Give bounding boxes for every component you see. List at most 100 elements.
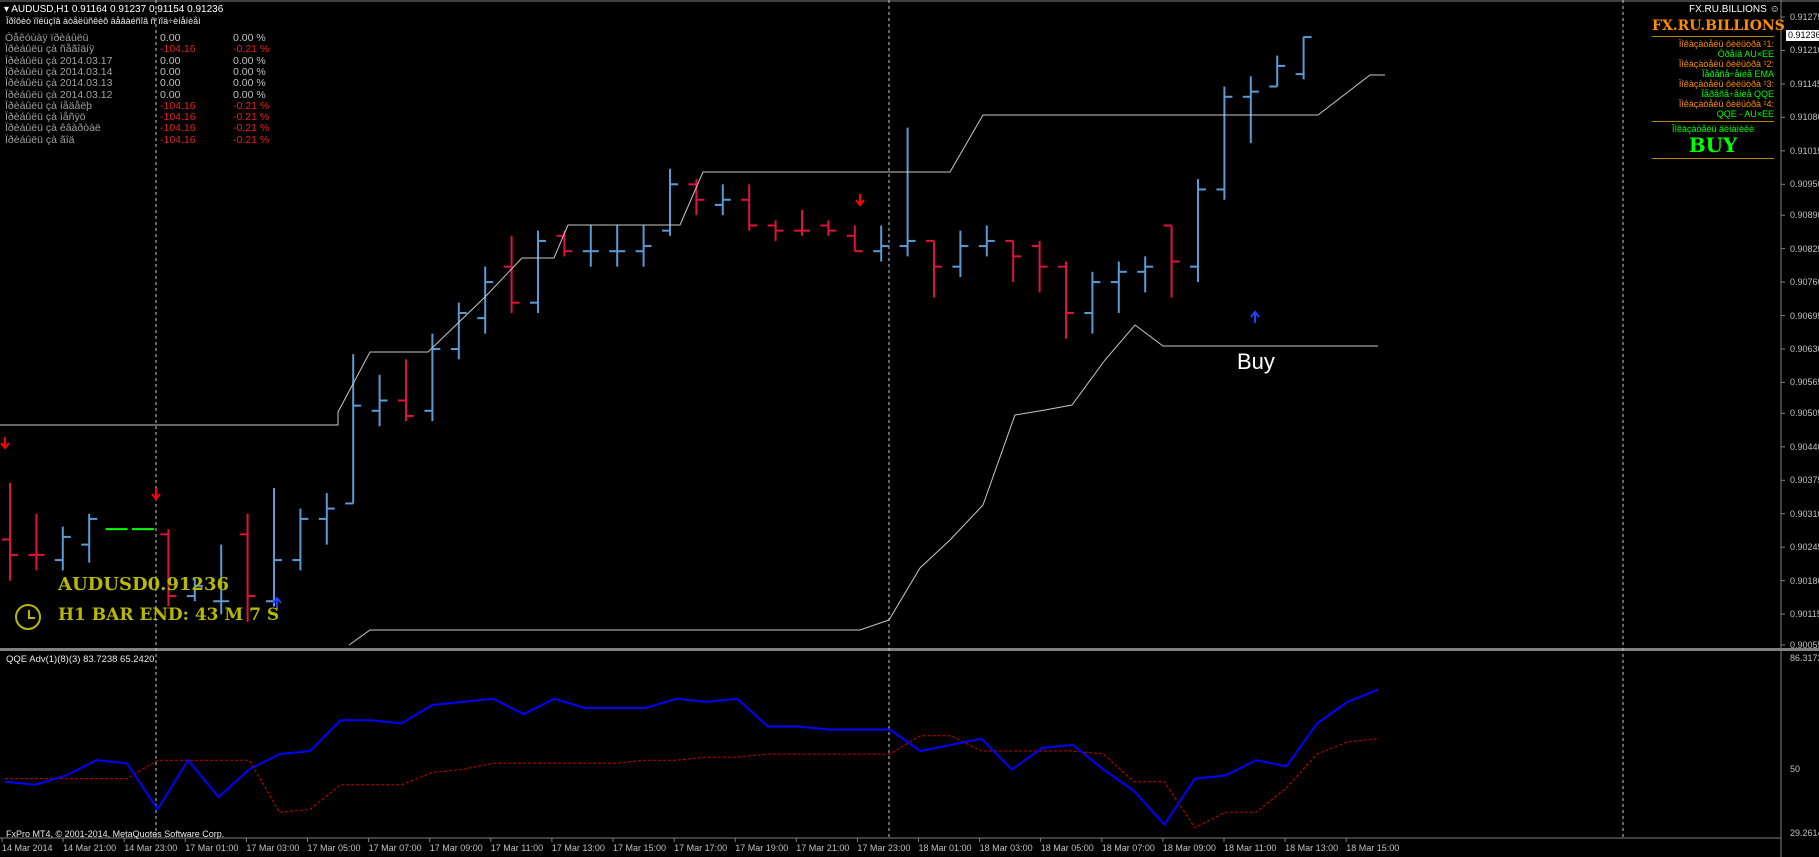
copyright-footer: FxPro MT4, © 2001-2014, MetaQuotes Softw… — [6, 829, 225, 839]
price-axis-label: 0.91275 — [1790, 12, 1819, 22]
symbol-price-overlay: AUDUSD0.91236 — [58, 574, 229, 595]
time-axis-label: 17 Mar 23:00 — [857, 843, 911, 853]
price-axis-label: 0.91145 — [1790, 78, 1819, 89]
time-axis-label: 18 Mar 03:00 — [979, 843, 1033, 853]
price-axis-label: 0.90950 — [1790, 179, 1819, 190]
price-axis-label: 0.90055 — [1790, 640, 1819, 650]
price-axis-label: 0.90505 — [1790, 408, 1819, 419]
time-axis-label: 18 Mar 07:00 — [1101, 843, 1155, 853]
time-axis-label: 17 Mar 01:00 — [185, 843, 239, 853]
time-axis-label: 18 Mar 01:00 — [918, 843, 972, 853]
profit-stat-label: Ïðèáûëü çà 2014.03.12 — [5, 88, 113, 101]
panel-divider — [1652, 121, 1774, 122]
filter-line: Ïîêàçàòåëü ôèëüòðà ¹4: — [1678, 99, 1774, 109]
filter-line: Òðåíä AU×EE — [1717, 49, 1774, 59]
clock-icon — [15, 604, 41, 630]
time-axis-label: 18 Mar 13:00 — [1285, 843, 1339, 853]
price-axis-label: 0.90695 — [1790, 310, 1819, 321]
price-axis-label: 0.90890 — [1790, 210, 1819, 221]
time-axis-label: 14 Mar 2014 — [2, 843, 53, 853]
price-axis-label: 0.91210 — [1790, 45, 1819, 56]
filter-list: Ïîêàçàòåëü ôèëüòðà ¹1: Òðåíä AU×EE Ïîêàçàò… — [1652, 39, 1774, 119]
filter-line: QQE - AU×EE — [1716, 109, 1774, 119]
profit-stat-value: 0.00 — [160, 54, 181, 67]
price-axis-label: 0.90180 — [1790, 575, 1819, 586]
time-axis-label: 17 Mar 09:00 — [429, 843, 483, 853]
price-axis-label: 0.90310 — [1790, 508, 1819, 519]
price-axis-label: 0.90245 — [1790, 542, 1819, 553]
indicator-title: QQE Adv(1)(8)(3) 83.7238 65.2420 — [6, 654, 155, 665]
signal-value: BUY — [1688, 133, 1738, 157]
triangle-down-icon: ▾ — [4, 4, 10, 15]
chart-header: ▾ AUDUSD,H1 0.91164 0.91237 0.91154 0.91… — [4, 4, 223, 15]
time-axis-label: 17 Mar 11:00 — [490, 843, 544, 853]
price-axis-label: 0.90115 — [1790, 609, 1819, 620]
time-axis-label: 17 Mar 05:00 — [307, 843, 361, 853]
time-axis-label: 18 Mar 11:00 — [1224, 843, 1277, 853]
price-axis-label: 0.91080 — [1790, 112, 1819, 123]
broker-label: FX.RU.BILLIONS ☺ — [1689, 4, 1780, 15]
profit-stat-percent: 0.00 % — [233, 77, 266, 90]
broker-name: FX.RU.BILLIONS — [1689, 4, 1767, 15]
lower-trailing-line — [348, 324, 1378, 646]
profit-stat-value: 0.00 — [160, 88, 181, 101]
price-axis-label: 0.90565 — [1790, 377, 1819, 388]
bar-end-countdown: H1 BAR END: 43 M 7 S — [58, 605, 280, 625]
indicator-axis-label: 86.3172 — [1790, 653, 1819, 663]
profit-stat-percent: -0.21 % — [233, 122, 270, 135]
price-axis-label: 0.90375 — [1790, 475, 1819, 486]
time-axis-label: 17 Mar 15:00 — [613, 843, 667, 853]
panel-divider — [1652, 36, 1774, 37]
time-axis-label: 14 Mar 21:00 — [63, 843, 117, 853]
time-axis-label: 18 Mar 09:00 — [1162, 843, 1216, 853]
profit-stat-percent: -0.21 % — [233, 43, 270, 56]
chart-window[interactable]: ▾ AUDUSD,H1 0.91164 0.91237 0.91154 0.91… — [0, 0, 1819, 857]
qqe-fast-line — [4, 688, 1379, 827]
price-axis-label: 0.90440 — [1790, 441, 1819, 452]
profit-stat-label: Ïðèáûëü çà 2014.03.17 — [5, 54, 113, 67]
time-axis-label: 17 Mar 21:00 — [796, 843, 850, 853]
chart-canvas[interactable] — [0, 0, 1819, 857]
current-price-value: 0.91236 — [1788, 30, 1819, 40]
profit-stat-percent: 0.00 % — [233, 88, 266, 101]
profit-stat-label: Ïðèáûëü çà ñåãîäíÿ — [5, 43, 95, 56]
upper-envelope-line — [0, 74, 1385, 426]
time-axis-label: 17 Mar 13:00 — [551, 843, 605, 853]
time-axis-label: 17 Mar 03:00 — [246, 843, 300, 853]
profit-stat-label: Ïðèáûëü çà ãîä — [5, 133, 75, 146]
signal-panel: FX.RU.BILLIONS Ïîêàçàòåëü ôèëüòðà ¹1: Òðå… — [1652, 18, 1785, 159]
chart-subtitle: Ïðîôèò ïîëüçîâ àòåëüñêèõ äåâàéñîâ ñ ïîä÷… — [6, 16, 201, 26]
smiley-icon: ☺ — [1769, 4, 1780, 15]
profit-stat-percent: -0.21 % — [233, 133, 270, 146]
time-axis-label: 17 Mar 17:00 — [674, 843, 728, 853]
price-axis-label: 0.90760 — [1790, 277, 1819, 288]
time-axis-label: 18 Mar 05:00 — [1040, 843, 1094, 853]
indicator-axis-label: 29.2614 — [1790, 828, 1819, 838]
filter-line: Ïîêàçàòåëü ôèëüòðà ¹1: — [1678, 39, 1774, 49]
profit-stat-label: Ïðèáûëü çà êâàðòàë — [5, 122, 101, 135]
current-price-tag: 0.91236 — [1786, 30, 1819, 41]
profit-stat-label: Ïðèáûëü çà 2014.03.13 — [5, 77, 113, 90]
profit-stat-value: -104.16 — [160, 122, 196, 135]
profit-stat-value: -104.16 — [160, 43, 196, 56]
profit-stat-value: -104.16 — [160, 133, 196, 146]
panel-divider — [1652, 158, 1774, 159]
filter-line: Ïîêàçàòåëü ôèëüòðà ¹3: — [1678, 79, 1774, 89]
buy-label: Buy — [1237, 349, 1275, 374]
filter-line: Ïîêàçàòåëü ôèëüòðà ¹2: — [1678, 59, 1774, 69]
profit-stat-value: 0.00 — [160, 77, 181, 90]
filter-line: Ïåðåñå÷åíèå EMA — [1702, 69, 1774, 79]
time-axis-label: 17 Mar 07:00 — [368, 843, 422, 853]
profit-stat-percent: 0.00 % — [233, 54, 266, 67]
indicator-axis-label: 50 — [1790, 764, 1801, 775]
time-axis-label: 17 Mar 19:00 — [735, 843, 789, 853]
time-axis-label: 14 Mar 23:00 — [124, 843, 178, 853]
price-axis-label: 0.90630 — [1790, 344, 1819, 355]
symbol-line: AUDUSD,H1 0.91164 0.91237 0.91154 0.9123… — [11, 4, 224, 15]
signal-panel-title: FX.RU.BILLIONS — [1652, 18, 1785, 34]
price-axis-label: 0.91015 — [1790, 145, 1819, 156]
price-axis-label: 0.90825 — [1790, 243, 1819, 254]
filter-line: Ïåðåñå÷åíèå QQE — [1701, 89, 1775, 99]
panel-splitter — [0, 648, 1819, 651]
time-axis-label: 18 Mar 15:00 — [1346, 843, 1400, 853]
